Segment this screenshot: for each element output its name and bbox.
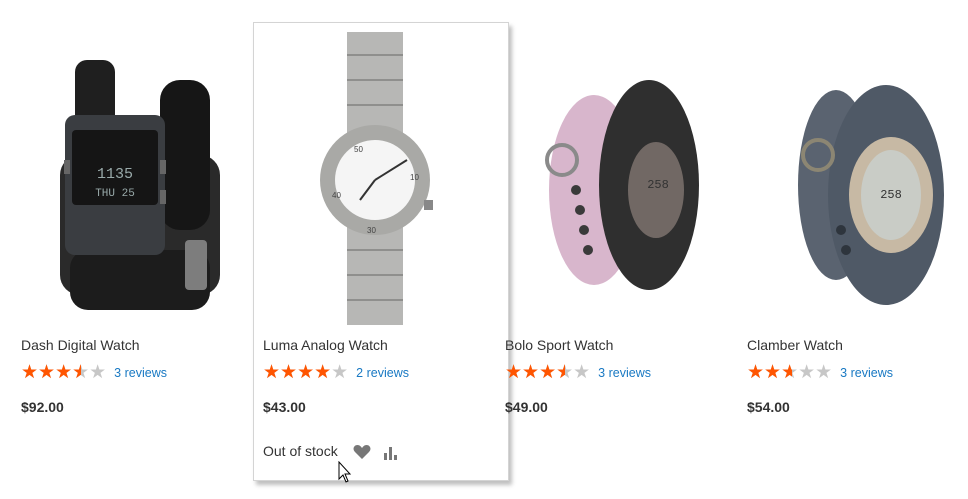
product-rating: ★★★★★ ★★★★★ 3 reviews [505, 362, 651, 383]
product-rating: ★★★★★ ★★★★★ 2 reviews [263, 362, 409, 383]
clamber-watch-image[interactable]: 258 [726, 20, 968, 330]
analog-watch-image[interactable]: 50 10 30 40 [242, 20, 484, 330]
svg-text:258: 258 [880, 188, 902, 202]
product-grid: 1135 THU 25 Dash Digital Watch ★★★★★ ★★★… [0, 0, 968, 499]
svg-text:40: 40 [332, 191, 341, 200]
mouse-cursor-icon [338, 460, 352, 483]
product-price: $49.00 [505, 399, 548, 415]
rating-stars: ★★★★★ ★★★★★ [263, 362, 349, 383]
reviews-link[interactable]: 2 reviews [356, 366, 409, 380]
product-price: $92.00 [21, 399, 64, 415]
product-card[interactable]: 1135 THU 25 Dash Digital Watch ★★★★★ ★★★… [0, 0, 242, 499]
reviews-link[interactable]: 3 reviews [598, 366, 651, 380]
product-card[interactable]: 258 Bolo Sport Watch ★★★★★ ★★★★★ 3 revie… [484, 0, 726, 499]
product-card[interactable]: 258 Clamber Watch ★★★★★ ★★★★★ 3 reviews … [726, 0, 968, 499]
product-price: $54.00 [747, 399, 790, 415]
svg-text:10: 10 [410, 173, 419, 182]
heart-icon[interactable] [353, 444, 371, 460]
digital-watch-image[interactable]: 1135 THU 25 [0, 20, 242, 330]
reviews-link[interactable]: 3 reviews [114, 366, 167, 380]
product-rating: ★★★★★ ★★★★★ 3 reviews [747, 362, 893, 383]
product-card[interactable]: 50 10 30 40 Luma Analog Watch ★★★★★ ★★★★… [242, 0, 484, 499]
rating-stars: ★★★★★ ★★★★★ [747, 362, 833, 383]
svg-text:50: 50 [354, 145, 363, 154]
rating-stars: ★★★★★ ★★★★★ [21, 362, 107, 383]
rating-stars: ★★★★★ ★★★★★ [505, 362, 591, 383]
product-name[interactable]: Clamber Watch [747, 337, 843, 353]
sport-watch-image[interactable]: 258 [484, 20, 726, 330]
svg-text:258: 258 [647, 178, 669, 192]
compare-bars-icon[interactable] [382, 444, 400, 460]
product-rating: ★★★★★ ★★★★★ 3 reviews [21, 362, 167, 383]
product-name[interactable]: Bolo Sport Watch [505, 337, 613, 353]
product-price: $43.00 [263, 399, 306, 415]
svg-text:1135: 1135 [97, 166, 133, 183]
stock-status: Out of stock [263, 443, 338, 459]
svg-text:THU 25: THU 25 [95, 188, 135, 200]
svg-text:30: 30 [367, 226, 376, 235]
product-name[interactable]: Luma Analog Watch [263, 337, 388, 353]
reviews-link[interactable]: 3 reviews [840, 366, 893, 380]
product-name[interactable]: Dash Digital Watch [21, 337, 140, 353]
